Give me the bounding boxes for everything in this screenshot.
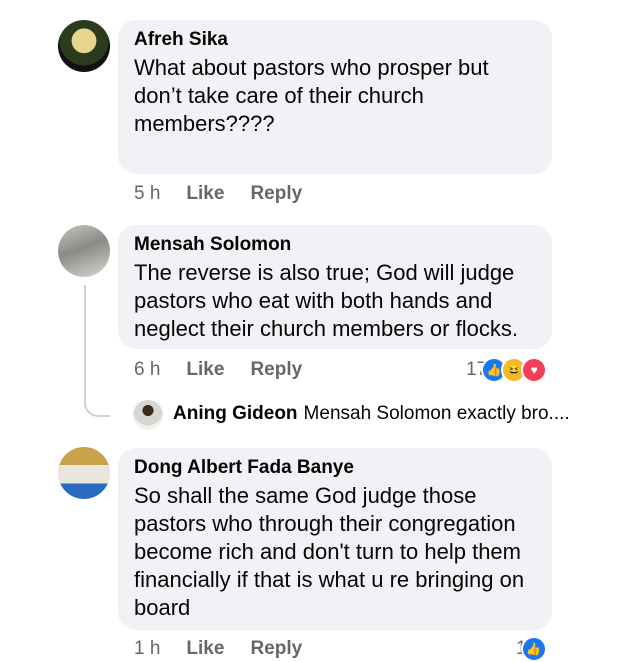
reply-button[interactable]: Reply [250,183,302,205]
avatar-aning-gideon[interactable] [133,400,163,430]
comment-actions: 6 h Like Reply [134,359,328,381]
like-button[interactable]: Like [186,638,224,660]
thread-connector [84,285,110,417]
comment-text: The reverse is also true; God will judge… [134,260,518,341]
like-button[interactable]: Like [186,183,224,205]
comment-time[interactable]: 5 h [134,183,160,205]
comment-time[interactable]: 1 h [134,638,160,660]
comment-bubble: Afreh Sika What about pastors who prospe… [118,20,552,174]
reply-preview[interactable]: Aning Gideon Mensah Solomon exactly bro..… [173,403,570,425]
reply-button[interactable]: Reply [250,359,302,381]
comment-author[interactable]: Dong Albert Fada Banye [134,456,536,480]
reply-button[interactable]: Reply [250,638,302,660]
love-reaction-icon: ♥ [521,357,548,383]
comment-author[interactable]: Afreh Sika [134,28,536,52]
comment-text: So shall the same God judge those pastor… [134,483,525,620]
like-button[interactable]: Like [186,359,224,381]
reaction-summary[interactable]: 1 👍 [516,636,547,662]
avatar-mensah-solomon[interactable] [58,225,110,277]
comment-actions: 5 h Like Reply [134,183,328,205]
like-reaction-icon: 👍 [520,636,547,662]
comment-text: What about pastors who prosper but don’t… [134,55,489,136]
reply-author: Aning Gideon [173,403,298,424]
avatar-afreh-sika[interactable] [58,20,110,72]
reaction-summary[interactable]: 17 👍 😆 ♥ [466,357,548,383]
reply-snippet: Mensah Solomon exactly bro.... [303,403,570,424]
comment-bubble: Mensah Solomon The reverse is also true;… [118,225,552,349]
comment-actions: 1 h Like Reply [134,638,328,660]
comment-author[interactable]: Mensah Solomon [134,233,536,257]
avatar-dong-albert[interactable] [58,447,110,499]
comment-bubble: Dong Albert Fada Banye So shall the same… [118,448,552,630]
comment-time[interactable]: 6 h [134,359,160,381]
